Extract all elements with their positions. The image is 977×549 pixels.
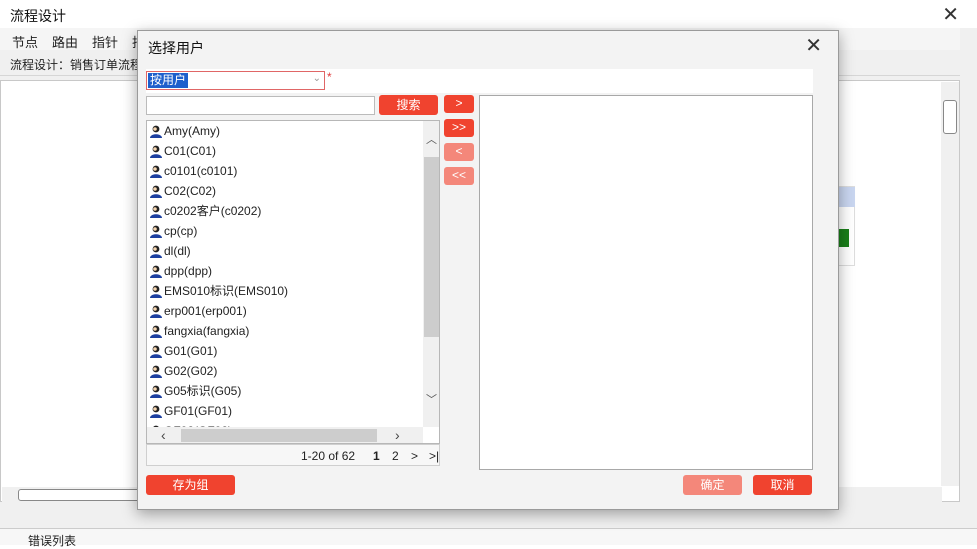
menu-item-pointer[interactable]: 指针 — [92, 32, 118, 51]
list-item-label: dl(dl) — [164, 244, 191, 258]
pager-last[interactable]: >| — [429, 449, 439, 463]
cancel-button[interactable]: 取消 — [753, 475, 812, 495]
list-item-label: c0101(c0101) — [164, 164, 238, 178]
side-panel-header — [839, 187, 855, 207]
add-all-button[interactable]: >> — [444, 119, 474, 137]
chevron-right-icon[interactable]: › — [395, 427, 400, 443]
pager-page-2[interactable]: 2 — [392, 449, 399, 463]
scroll-thumb[interactable] — [424, 157, 439, 337]
save-as-group-button[interactable]: 存为组 — [146, 475, 235, 495]
user-icon — [149, 144, 163, 158]
user-list-items: Amy(Amy) C01(C01) c0101(c0101) C02(C02) c020… — [147, 121, 423, 427]
user-icon — [149, 164, 163, 178]
user-icon — [149, 324, 163, 338]
user-icon — [149, 364, 163, 378]
required-mark: * — [327, 70, 332, 84]
list-item[interactable]: G02(G02) — [147, 361, 423, 381]
scroll-thumb[interactable] — [181, 429, 377, 442]
title-bar: 流程设计 ✕ — [0, 0, 977, 28]
dialog-title: 选择用户 — [148, 40, 204, 56]
list-item[interactable]: Amy(Amy) — [147, 121, 423, 141]
canvas-vertical-scrollbar[interactable] — [941, 82, 959, 486]
chevron-left-icon[interactable]: ‹ — [161, 427, 166, 443]
user-icon — [149, 244, 163, 258]
list-item-label: erp001(erp001) — [164, 304, 247, 318]
list-item-label: C01(C01) — [164, 144, 217, 158]
user-icon — [149, 304, 163, 318]
side-panel-button[interactable] — [839, 229, 849, 247]
pager: 1-20 of 62 1 2 > >| — [146, 444, 440, 466]
status-bar: 错误列表 — [0, 528, 977, 548]
list-item[interactable]: c0202客户(c0202) — [147, 201, 423, 221]
window-close-icon[interactable]: ✕ — [942, 2, 959, 27]
list-item-label: EMS010标识(EMS010) — [164, 284, 289, 298]
user-icon — [149, 384, 163, 398]
filter-row: 按用户 ⌄ * — [146, 69, 813, 93]
list-item[interactable]: dpp(dpp) — [147, 261, 423, 281]
pager-range: 1-20 of 62 — [301, 449, 356, 463]
list-item[interactable]: erp001(erp001) — [147, 301, 423, 321]
user-icon — [149, 224, 163, 238]
dialog-close-icon[interactable]: ✕ — [805, 33, 822, 58]
pager-next[interactable]: > — [411, 449, 418, 463]
window-vertical-scrollbar[interactable] — [960, 28, 977, 530]
list-item[interactable]: C02(C02) — [147, 181, 423, 201]
select-user-dialog: 选择用户 ✕ 按用户 ⌄ * 搜索 > >> < << Amy(Amy) C01(… — [137, 30, 839, 510]
filter-type-select[interactable]: 按用户 ⌄ — [146, 71, 325, 90]
remove-selected-button[interactable]: < — [444, 143, 474, 161]
ok-button[interactable]: 确定 — [683, 475, 742, 495]
list-item-label: fangxia(fangxia) — [164, 324, 250, 338]
filter-type-value: 按用户 — [148, 73, 189, 88]
list-item[interactable]: GF01(GF01) — [147, 401, 423, 421]
user-icon — [149, 264, 163, 278]
window-title: 流程设计 — [10, 8, 66, 24]
search-button[interactable]: 搜索 — [379, 95, 438, 115]
scroll-thumb[interactable] — [18, 489, 148, 501]
chevron-up-icon[interactable]: ︿ — [426, 131, 437, 147]
list-item-label: C02(C02) — [164, 184, 217, 198]
menu-item-node[interactable]: 节点 — [12, 32, 38, 51]
list-item-label: Amy(Amy) — [164, 124, 220, 138]
selected-users-list[interactable] — [479, 95, 813, 470]
list-item-label: GF01(GF01) — [164, 404, 233, 418]
list-item[interactable]: cp(cp) — [147, 221, 423, 241]
user-list-vertical-scrollbar[interactable]: ︿ ﹀ — [423, 121, 439, 427]
scroll-thumb[interactable] — [943, 100, 957, 134]
list-item[interactable]: EMS010标识(EMS010) — [147, 281, 423, 301]
list-item[interactable]: G05标识(G05) — [147, 381, 423, 401]
list-item-label: cp(cp) — [164, 224, 198, 238]
breadcrumb: 流程设计：销售订单流程 — [10, 58, 143, 72]
list-item-label: dpp(dpp) — [164, 264, 213, 278]
list-item-label: G01(G01) — [164, 344, 218, 358]
pager-page-1[interactable]: 1 — [373, 449, 380, 463]
user-icon — [149, 344, 163, 358]
add-selected-button[interactable]: > — [444, 95, 474, 113]
chevron-down-icon[interactable]: ﹀ — [426, 391, 437, 407]
list-item-label: G02(G02) — [164, 364, 218, 378]
user-icon — [149, 404, 163, 418]
list-item-label: G05标识(G05) — [164, 384, 242, 398]
error-list-tab[interactable]: 错误列表 — [28, 532, 76, 549]
list-item[interactable]: G01(G01) — [147, 341, 423, 361]
user-icon — [149, 284, 163, 298]
list-item[interactable]: C01(C01) — [147, 141, 423, 161]
menu-item-route[interactable]: 路由 — [52, 32, 78, 51]
user-list-horizontal-scrollbar[interactable]: ‹ › — [147, 427, 423, 443]
list-item[interactable]: fangxia(fangxia) — [147, 321, 423, 341]
user-icon — [149, 124, 163, 138]
chevron-down-icon: ⌄ — [312, 73, 321, 84]
user-icon — [149, 184, 163, 198]
search-input[interactable] — [146, 96, 375, 115]
user-list: Amy(Amy) C01(C01) c0101(c0101) C02(C02) c020… — [146, 120, 440, 444]
list-item-label: c0202客户(c0202) — [164, 204, 262, 218]
side-panel — [838, 186, 855, 266]
list-item[interactable]: dl(dl) — [147, 241, 423, 261]
list-item[interactable]: c0101(c0101) — [147, 161, 423, 181]
remove-all-button[interactable]: << — [444, 167, 474, 185]
user-icon — [149, 204, 163, 218]
